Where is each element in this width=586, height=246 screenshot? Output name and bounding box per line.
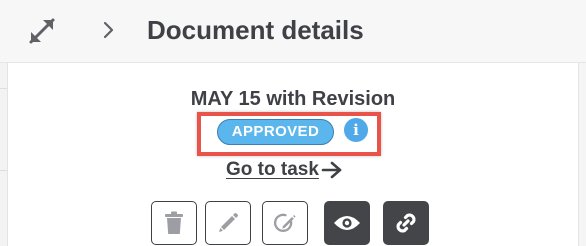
status-badge: APPROVED [217, 119, 334, 145]
arrow-right-icon [321, 161, 342, 179]
edit-button[interactable] [205, 201, 251, 245]
pencil-icon [219, 213, 238, 232]
eye-icon [334, 216, 360, 230]
link-icon [396, 213, 416, 233]
panel-header: Document details [0, 0, 586, 63]
go-to-task-link[interactable]: Go to task [226, 157, 343, 183]
panel-title: Document details [147, 15, 364, 45]
signature-icon [274, 213, 296, 232]
left-pane-divider [0, 170, 7, 171]
view-button[interactable] [324, 201, 370, 245]
info-icon[interactable]: i [344, 118, 368, 142]
trash-icon [165, 211, 183, 234]
delete-button[interactable] [151, 201, 197, 245]
go-to-task-label: Go to task [226, 159, 319, 180]
sign-button[interactable] [262, 201, 308, 245]
document-name: MAY 15 with Revision [190, 88, 396, 110]
link-button[interactable] [383, 201, 429, 245]
expand-arrows-icon[interactable] [27, 16, 57, 46]
chevron-right-icon[interactable] [100, 19, 118, 41]
